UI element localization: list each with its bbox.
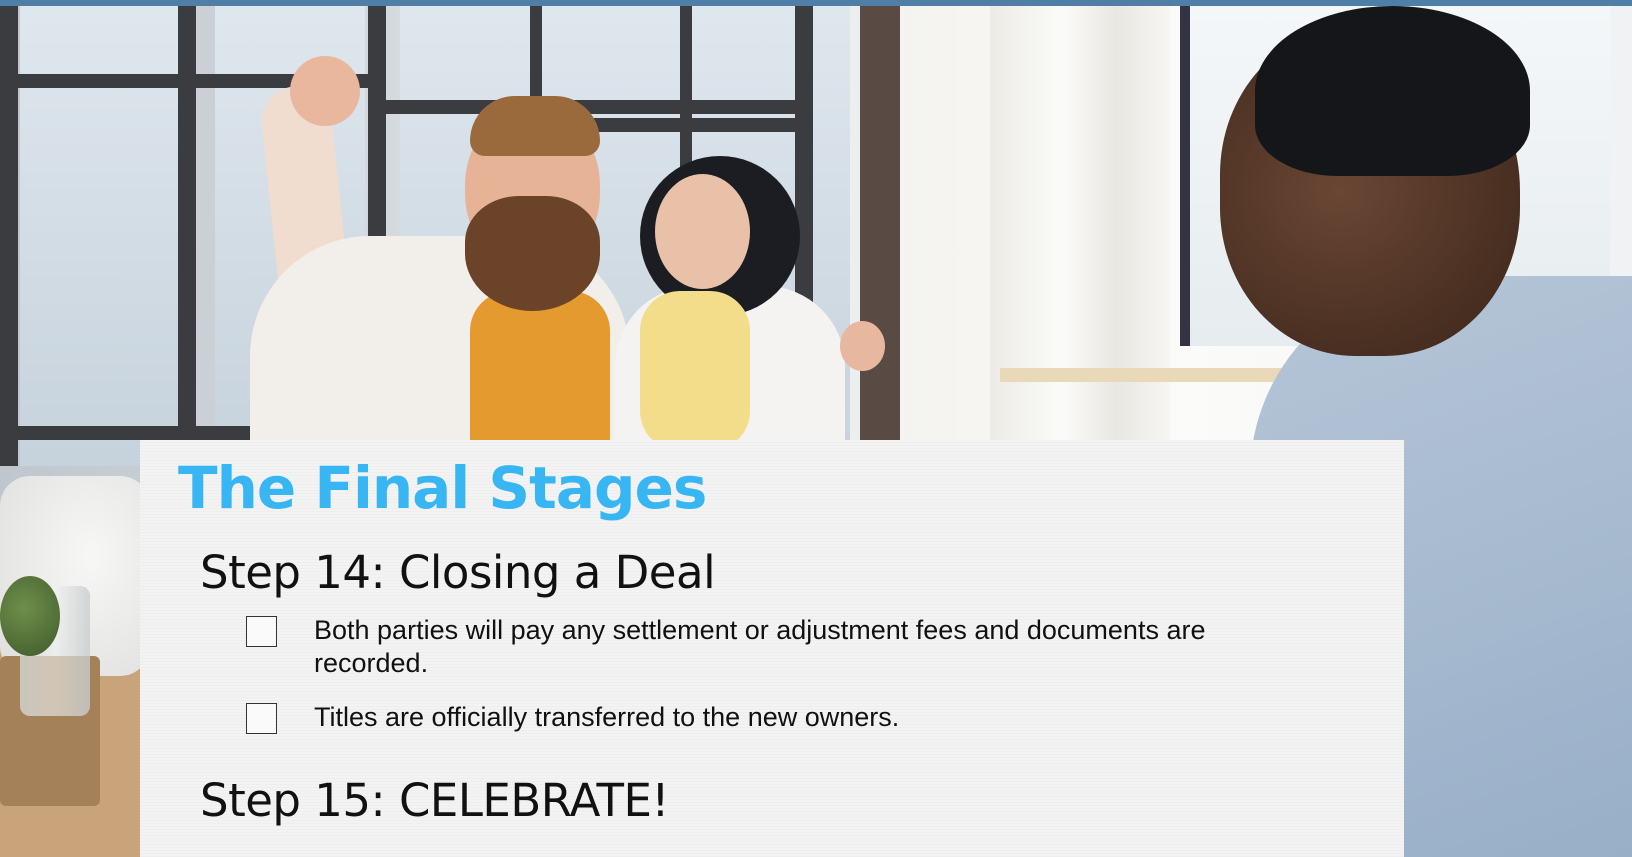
checkbox[interactable] [246, 616, 277, 647]
checklist-item-text: Both parties will pay any settlement or … [314, 615, 1206, 678]
step-15-heading: Step 15: CELEBRATE! [200, 774, 669, 827]
photo-person-fist [290, 56, 360, 126]
photo-agent-hair [1255, 6, 1530, 176]
photo-curtain [990, 6, 1170, 476]
step-14-heading: Step 14: Closing a Deal [200, 546, 716, 599]
slide-title: The Final Stages [178, 454, 707, 522]
photo-person-sweater [640, 291, 750, 451]
photo-plant [0, 576, 60, 656]
checklist-item-text: Titles are officially transferred to the… [314, 702, 900, 732]
photo-person-hand [840, 321, 885, 371]
photo-person-beard [465, 196, 600, 311]
checkbox[interactable] [246, 703, 277, 734]
photo-doorway [860, 6, 900, 466]
photo-person-hair [470, 96, 600, 156]
photo-person-face [655, 174, 750, 289]
